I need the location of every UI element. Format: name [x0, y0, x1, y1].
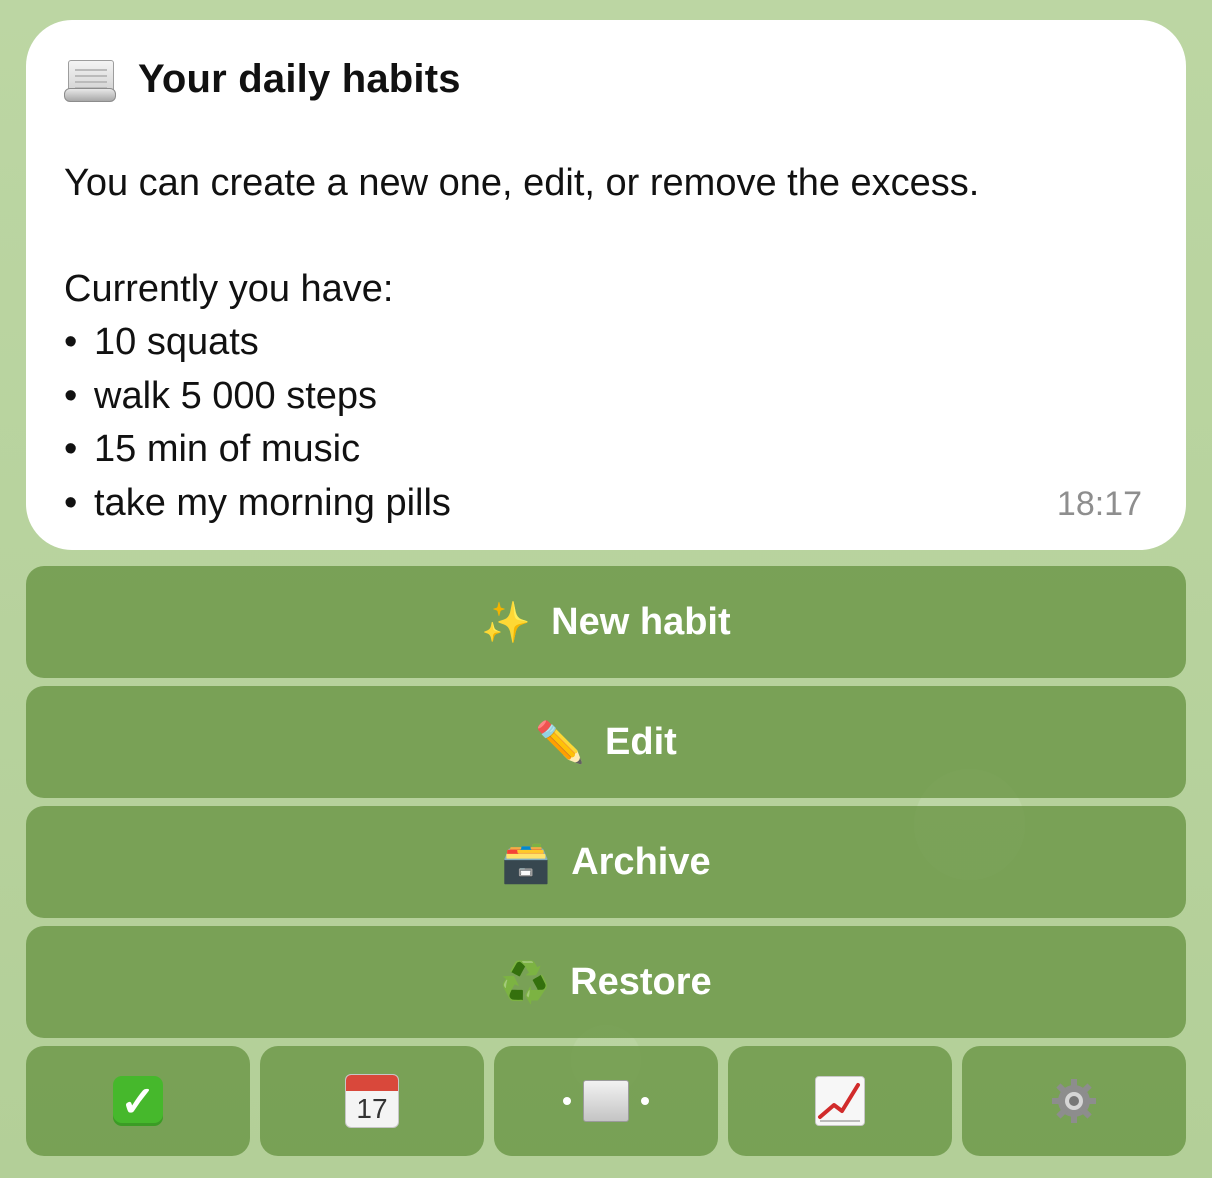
new-habit-button[interactable]: ✨ New habit: [26, 566, 1186, 678]
message-intro: You can create a new one, edit, or remov…: [64, 162, 980, 204]
gear-icon: [1052, 1079, 1096, 1123]
restore-label: Restore: [570, 960, 712, 1003]
edit-label: Edit: [605, 720, 677, 763]
card-file-box-icon: 🗃️: [501, 840, 552, 885]
archive-button[interactable]: 🗃️ Archive: [26, 806, 1186, 918]
archive-label: Archive: [571, 840, 711, 883]
new-habit-label: New habit: [551, 600, 731, 643]
today-button[interactable]: ✓: [26, 1046, 250, 1156]
calendar-button[interactable]: 17: [260, 1046, 484, 1156]
settings-button[interactable]: [962, 1046, 1186, 1156]
stats-button[interactable]: [728, 1046, 952, 1156]
pencil-icon: ✏️: [535, 720, 586, 765]
list-item: • 15 min of music: [64, 428, 361, 470]
recycle-icon: ♻️: [500, 960, 551, 1005]
message-title: Your daily habits: [138, 56, 461, 101]
scroll-icon: [551, 1080, 661, 1122]
scroll-icon: [64, 56, 116, 102]
habits-tab-button[interactable]: [494, 1046, 718, 1156]
calendar-icon: 17: [345, 1074, 399, 1128]
list-item: • walk 5 000 steps: [64, 374, 378, 417]
chart-increasing-icon: [815, 1076, 865, 1126]
message-bubble: Your daily habits You can create a new o…: [26, 20, 1186, 550]
checkmark-icon: ✓: [113, 1076, 163, 1126]
message-time: 18:17: [1056, 485, 1142, 523]
habits-list: • 10 squats • walk 5 000 steps • 15 min of …: [64, 316, 1146, 530]
sparkles-icon: ✨: [481, 600, 532, 645]
habits-heading: Currently you have:: [64, 268, 394, 310]
edit-button[interactable]: ✏️ Edit: [26, 686, 1186, 798]
list-item: • take my morning pills: [64, 481, 451, 524]
message-title-row: Your daily habits: [64, 50, 1146, 108]
restore-button[interactable]: ♻️ Restore: [26, 926, 1186, 1038]
list-item: • 10 squats: [64, 321, 259, 363]
